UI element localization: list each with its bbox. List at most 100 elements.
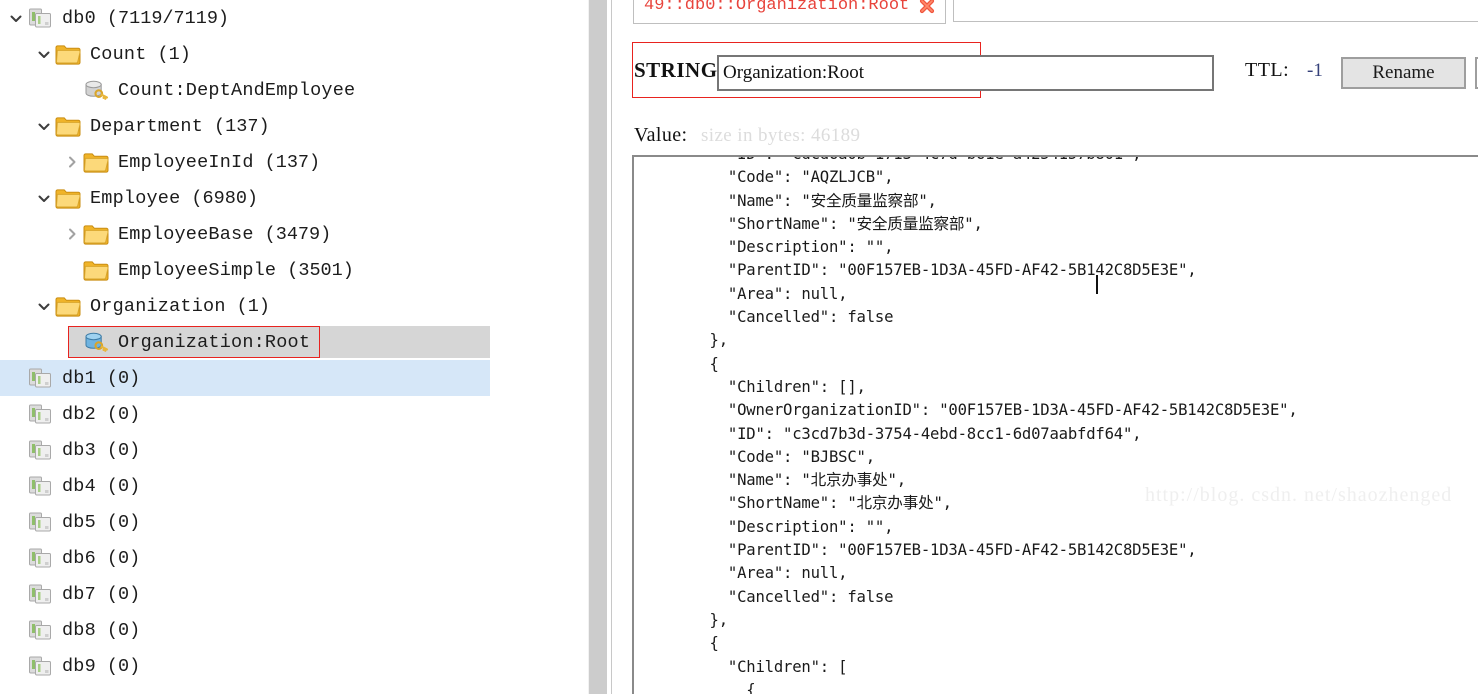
tree-item-label: db8: [62, 619, 96, 641]
tree-item-label: db9: [62, 655, 96, 677]
json-line: "Children": [: [636, 657, 848, 676]
tree-item-department-folder[interactable]: Department (137): [0, 108, 588, 144]
tree-item-label: Organization: [90, 295, 226, 317]
chevron-down-icon[interactable]: [33, 180, 55, 216]
server-icon: [27, 403, 53, 425]
rename-button[interactable]: Rename: [1341, 57, 1466, 89]
server-icon: [27, 475, 53, 497]
chevron-down-icon[interactable]: [5, 0, 27, 36]
tree-item-label: db5: [62, 511, 96, 533]
tree-item-count: (0): [106, 511, 141, 533]
tree-item-count: (0): [106, 403, 141, 425]
tree-item-count: (137): [264, 151, 321, 173]
chevron-placeholder-icon: [61, 72, 83, 108]
tree-item-label: db1: [62, 367, 96, 389]
tree-item-label: db6: [62, 547, 96, 569]
json-line: "Name": "北京办事处",: [636, 471, 906, 490]
chevron-placeholder-icon: [5, 504, 27, 540]
tree-item-db4[interactable]: db4 (0): [0, 468, 588, 504]
server-icon: [27, 547, 53, 569]
json-line: "Area": null,: [636, 564, 848, 583]
close-x-icon[interactable]: [917, 0, 937, 16]
json-line: "ShortName": "北京办事处",: [636, 494, 952, 513]
folder-icon: [55, 43, 81, 65]
tree-item-employeesimple[interactable]: EmployeeSimple (3501): [0, 252, 588, 288]
tab-organization-root[interactable]: 49::db0::Organization:Root: [633, 0, 947, 24]
tree-item-employeeinid[interactable]: EmployeeInId (137): [0, 144, 588, 180]
tree-item-count: (6980): [191, 187, 259, 209]
folder-icon: [55, 115, 81, 137]
tree-item-count: (0): [106, 583, 141, 605]
tree-item-label: Count: [90, 43, 147, 65]
chevron-placeholder-icon: [5, 396, 27, 432]
tree-item-organization-folder[interactable]: Organization (1): [0, 288, 588, 324]
server-icon: [27, 655, 53, 677]
tree-item-label: Department: [90, 115, 204, 137]
folder-icon: [55, 295, 81, 317]
tree-item-db9[interactable]: db9 (0): [0, 648, 588, 684]
key-editor-panel: 49::db0::Organization:Root STRING: TTL: …: [613, 0, 1478, 694]
panel-splitter-edge: [608, 0, 612, 694]
json-line: "ShortName": "安全质量监察部",: [636, 214, 983, 233]
server-icon: [27, 511, 53, 533]
json-line: "ID": "c3cd7b3d-3754-4ebd-8cc1-6d07aabfd…: [636, 424, 1142, 443]
tree-item-employee-folder[interactable]: Employee (6980): [0, 180, 588, 216]
chevron-placeholder-icon: [5, 432, 27, 468]
panel-splitter[interactable]: [588, 0, 608, 694]
value-label: Value:: [634, 124, 688, 146]
tree-item-organization-root[interactable]: Organization:Root: [0, 324, 588, 360]
tree-item-label: db4: [62, 475, 96, 497]
tree-item-db6[interactable]: db6 (0): [0, 540, 588, 576]
json-line: {: [636, 634, 719, 653]
key-tree-panel[interactable]: db0 (7119/7119) Count (1) Count:DeptAndEmplo…: [0, 0, 588, 694]
tree-item-count: (0): [106, 547, 141, 569]
json-line: "ParentID": "00F157EB-1D3A-45FD-AF42-5B1…: [636, 259, 1478, 295]
tree-item-count: (3501): [287, 259, 354, 281]
chevron-placeholder-icon: [5, 360, 27, 396]
folder-icon: [83, 223, 109, 245]
chevron-right-icon[interactable]: [61, 144, 83, 180]
tab-strip: 49::db0::Organization:Root: [613, 0, 1478, 24]
chevron-placeholder-icon: [5, 540, 27, 576]
tree-item-employeebase[interactable]: EmployeeBase (3479): [0, 216, 588, 252]
tree-item-label: EmployeeBase: [118, 223, 254, 245]
tree-item-count: (0): [106, 619, 141, 641]
tree-item-label: Count:DeptAndEmployee: [118, 79, 356, 101]
chevron-right-icon[interactable]: [61, 216, 83, 252]
tree-item-db3[interactable]: db3 (0): [0, 432, 588, 468]
json-line: },: [636, 610, 729, 629]
chevron-down-icon[interactable]: [33, 288, 55, 324]
tree-item-label: db3: [62, 439, 96, 461]
tree-item-db2[interactable]: db2 (0): [0, 396, 588, 432]
json-line: "Children": [],: [636, 377, 866, 396]
tree-item-label: db2: [62, 403, 96, 425]
key-db-blue-icon: [83, 331, 109, 353]
json-line: {: [636, 680, 756, 694]
tree-item-label: db7: [62, 583, 96, 605]
tree-item-db7[interactable]: db7 (0): [0, 576, 588, 612]
chevron-down-icon[interactable]: [33, 108, 55, 144]
json-line: "Area": null,: [636, 284, 848, 303]
folder-icon: [55, 187, 81, 209]
tree-item-count: (0): [106, 439, 141, 461]
server-icon: [27, 367, 53, 389]
chevron-down-icon[interactable]: [33, 36, 55, 72]
tree-item-label: db0: [62, 7, 96, 29]
tree-item-count-folder[interactable]: Count (1): [0, 36, 588, 72]
key-name-input[interactable]: [717, 55, 1214, 91]
tree-item-count: (0): [106, 655, 141, 677]
tree-item-count: (0): [106, 367, 141, 389]
json-text-content[interactable]: "ID": "cdcd6a0b-1713-4c7d-b61e-a4254157b…: [636, 157, 1478, 694]
json-line: "Code": "BJBSC",: [636, 447, 875, 466]
tree-item-count-key[interactable]: Count:DeptAndEmployee: [0, 72, 588, 108]
server-icon: [27, 7, 53, 29]
tree-item-db5[interactable]: db5 (0): [0, 504, 588, 540]
json-line: "Description": "",: [636, 517, 894, 536]
tree-item-db1[interactable]: db1 (0): [0, 360, 588, 396]
json-line: {: [636, 354, 719, 373]
tree-item-db8[interactable]: db8 (0): [0, 612, 588, 648]
tree-item-db0[interactable]: db0 (7119/7119): [0, 0, 588, 36]
chevron-placeholder-icon: [61, 324, 83, 360]
chevron-placeholder-icon: [61, 252, 83, 288]
value-json-viewer[interactable]: "ID": "cdcd6a0b-1713-4c7d-b61e-a4254157b…: [632, 155, 1478, 694]
